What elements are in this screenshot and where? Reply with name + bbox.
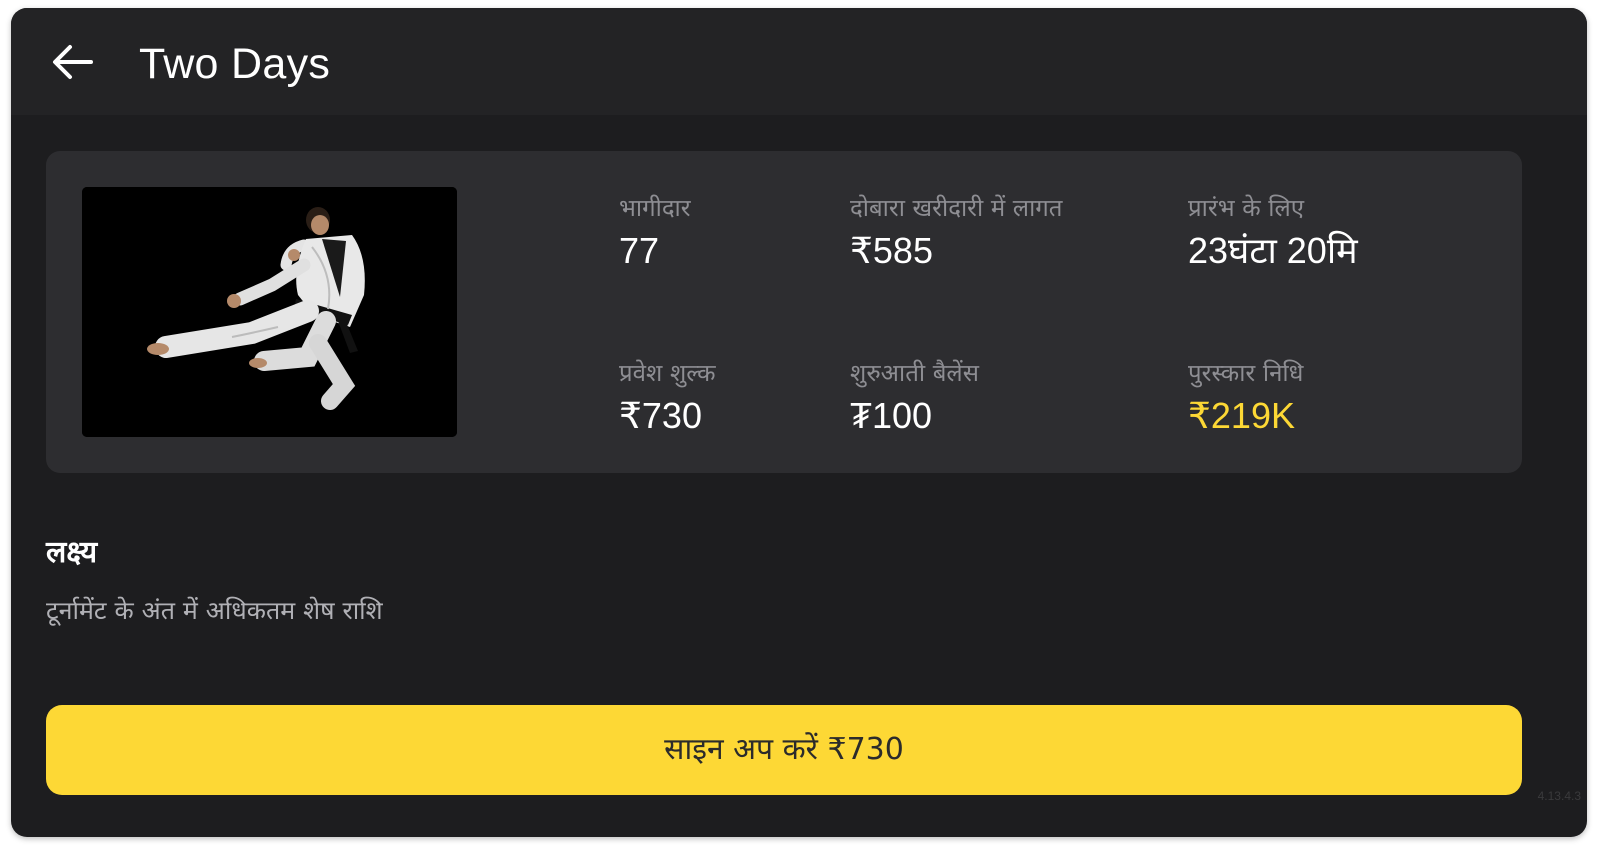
tournament-card: भागीदार 77 दोबारा खरीदारी में लागत ₹585 …: [46, 151, 1522, 473]
stat-label: प्रारंभ के लिए: [1188, 194, 1305, 222]
stat-entry-fee: प्रवेश शुल्क ₹730: [619, 358, 716, 438]
stat-prize-pool: पुरस्कार निधि ₹219K: [1188, 358, 1303, 438]
goal-heading: लक्ष्य: [46, 535, 98, 570]
tournament-image: [82, 187, 457, 437]
goal-description: टूर्नामेंट के अंत में अधिकतम शेष राशि: [46, 596, 383, 625]
athlete-illustration: [82, 187, 457, 437]
stat-starts-in: प्रारंभ के लिए 23घंटा 20मि: [1188, 193, 1358, 273]
stat-label: दोबारा खरीदारी में लागत: [850, 194, 1063, 222]
stat-rebuy-cost: दोबारा खरीदारी में लागत ₹585: [850, 193, 1063, 273]
stat-label: पुरस्कार निधि: [1188, 359, 1304, 387]
stat-value: ₹585: [850, 230, 933, 271]
signup-button[interactable]: साइन अप करें ₹730: [46, 705, 1522, 795]
prize-pool-value: ₹219K: [1188, 395, 1295, 436]
top-bar: Two Days: [11, 8, 1587, 115]
stat-value: 23घंटा 20मि: [1188, 230, 1358, 271]
back-button[interactable]: [47, 36, 99, 88]
stat-label: भागीदार: [619, 194, 691, 222]
stat-value: 77: [619, 230, 660, 271]
stat-value: ₮100: [850, 395, 933, 436]
stat-value: ₹730: [619, 395, 702, 436]
stat-starting-balance: शुरुआती बैलेंस ₮100: [850, 358, 979, 438]
stat-label: प्रवेश शुल्क: [619, 359, 716, 387]
stat-participants: भागीदार 77: [619, 193, 691, 273]
stat-label: शुरुआती बैलेंस: [850, 359, 979, 387]
version-label: 4.13.4.3: [1537, 789, 1581, 803]
app-window: Two Days भागीदार 77 दोबारा खरीदारी में ल…: [11, 8, 1587, 837]
page-title: Two Days: [139, 40, 331, 88]
arrow-left-icon: [53, 45, 93, 79]
